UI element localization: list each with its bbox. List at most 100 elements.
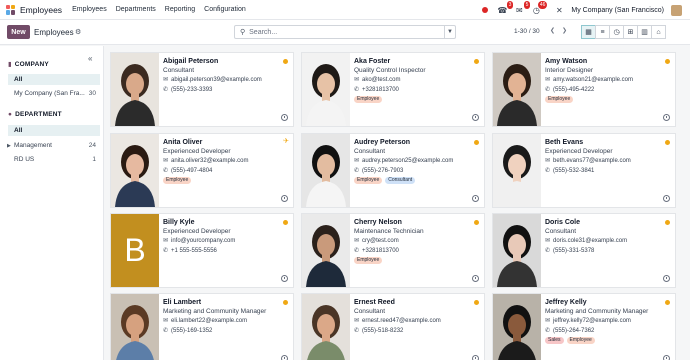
tools-icon[interactable]: ✕ [554, 5, 564, 15]
pager-prev-icon[interactable]: ❮ [550, 27, 555, 34]
employee-job-title: Interior Designer [545, 67, 594, 74]
chat-icon[interactable]: ✉ 5 [514, 1, 531, 15]
gear-icon[interactable]: ⚙ [75, 28, 81, 36]
status-dot-icon[interactable] [480, 5, 490, 15]
employees-app-icon[interactable] [6, 4, 16, 15]
employee-name[interactable]: Beth Evans [545, 138, 671, 147]
view-switcher: ▦ ≡ ◷ ⊞ ▥ ⌂ [581, 25, 666, 39]
pivot-view-icon[interactable]: ⌂ [651, 25, 666, 39]
company-switcher[interactable]: My Company (San Francisco) [571, 7, 664, 14]
activity-clock-icon[interactable] [472, 114, 479, 121]
filter-company-all[interactable]: All [8, 74, 100, 85]
menu-departments[interactable]: Departments [116, 6, 156, 13]
search-options-chevron-icon[interactable]: ▼ [444, 26, 455, 38]
filter-company-my-company[interactable]: My Company (San Fra... 30 [8, 88, 100, 99]
expand-caret-icon[interactable]: ▶ [7, 143, 11, 149]
activity-clock-icon[interactable] [281, 275, 288, 282]
hierarchy-view-icon[interactable]: ⊞ [623, 25, 638, 39]
activity-clock-icon[interactable] [281, 114, 288, 121]
employee-card[interactable]: Anita Oliver Experienced Developer ✉ anita.… [110, 133, 294, 208]
employee-info: Anita Oliver Experienced Developer ✉ anita.… [163, 138, 289, 184]
menu-reporting[interactable]: Reporting [165, 6, 195, 13]
menu-employees[interactable]: Employees [72, 6, 107, 13]
employee-name[interactable]: Doris Cole [545, 218, 671, 227]
user-avatar[interactable] [671, 4, 682, 16]
employee-email: ✉ eli.lambert22@example.com [163, 316, 289, 326]
department-header: ● DEPARTMENT [8, 111, 62, 118]
employee-name[interactable]: Abigail Peterson [163, 57, 289, 66]
employee-name[interactable]: Cherry Nelson [354, 218, 480, 227]
employee-card[interactable]: Audrey Peterson Consultant ✉ audrey.peterso… [301, 133, 485, 208]
employee-info: Abigail Peterson Consultant ✉ abigail.peter… [163, 57, 289, 95]
employee-info: Billy Kyle Experienced Developer ✉ info@you… [163, 218, 289, 256]
activity-clock-icon[interactable] [472, 355, 479, 360]
employee-job-title: Experienced Developer [163, 148, 231, 155]
activity-clock-icon[interactable]: ◷ 46 [531, 1, 548, 15]
employee-card[interactable]: Doris Cole Consultant ✉ doris.cole31@exampl… [492, 213, 676, 288]
activity-clock-icon[interactable] [663, 195, 670, 202]
filter-department-rd-us[interactable]: RD US 1 [8, 154, 100, 165]
list-view-icon[interactable]: ≡ [595, 25, 610, 39]
employee-photo [302, 134, 350, 207]
app-name[interactable]: Employees [20, 5, 62, 15]
employee-name[interactable]: Anita Oliver [163, 138, 289, 147]
employee-card[interactable]: Abigail Peterson Consultant ✉ abigail.peter… [110, 52, 294, 127]
activity-clock-icon[interactable] [663, 275, 670, 282]
phone-icon: ✆ [163, 87, 169, 93]
envelope-icon: ✉ [163, 158, 169, 164]
graph-view-icon[interactable]: ▥ [637, 25, 652, 39]
menu-configuration[interactable]: Configuration [204, 6, 246, 13]
email-text: cry@test.com [362, 238, 399, 244]
activity-clock-icon[interactable] [663, 355, 670, 360]
phone-text: (555)-532-3841 [553, 168, 595, 174]
phone-text: (555)-169-1352 [171, 328, 213, 334]
employee-photo [111, 53, 159, 126]
employee-card[interactable]: Eli Lambert Marketing and Community Manag… [110, 293, 294, 360]
activity-clock-icon[interactable] [472, 275, 479, 282]
employee-info: Aka Foster Quality Control Inspector ✉ ako@… [354, 57, 480, 103]
employee-phone: ✆ (555)-497-4804 [163, 166, 289, 176]
employee-name[interactable]: Amy Watson [545, 57, 671, 66]
collapse-panel-icon[interactable]: « [88, 54, 92, 63]
employee-email: ✉ beth.evans77@example.com [545, 156, 671, 166]
employee-card[interactable]: Cherry Nelson Maintenance Technician ✉ cry@… [301, 213, 485, 288]
pager-next-icon[interactable]: ❯ [562, 27, 567, 34]
employee-name[interactable]: Billy Kyle [163, 218, 289, 227]
employee-card[interactable]: Jeffrey Kelly Marketing and Community Man… [492, 293, 676, 360]
presence-status-dot [474, 140, 479, 145]
pager-value[interactable]: 1-30 / 30 [514, 28, 540, 35]
filter-department-management[interactable]: ▶ Management 24 [7, 140, 100, 151]
phone-text: (555)-276-7903 [362, 168, 404, 174]
envelope-icon: ✉ [545, 77, 551, 83]
employee-name[interactable]: Jeffrey Kelly [545, 298, 671, 307]
email-text: anita.oliver32@example.com [171, 158, 249, 164]
employee-name[interactable]: Eli Lambert [163, 298, 289, 307]
tag-employee: Employee [354, 177, 383, 184]
activity-clock-icon[interactable] [281, 355, 288, 360]
employee-name[interactable]: Aka Foster [354, 57, 480, 66]
activity-view-icon[interactable]: ◷ [609, 25, 624, 39]
tag-list: Employee [354, 257, 480, 264]
employee-phone: ✆ (555)-264-7362 [545, 326, 671, 336]
new-button[interactable]: New [7, 25, 30, 39]
phone-text: +1 555-555-5556 [171, 248, 217, 254]
employee-name[interactable]: Ernest Reed [354, 298, 480, 307]
email-text: doris.cole31@example.com [553, 238, 628, 244]
tag-employee: Employee [354, 257, 383, 264]
employee-phone: ✆ (555)-331-5378 [545, 246, 671, 256]
employee-card[interactable]: Amy Watson Interior Designer ✉ amy.watson21… [492, 52, 676, 127]
employee-card[interactable]: B Billy Kyle Experienced Developer ✉ info@yo… [110, 213, 294, 288]
search-input[interactable]: ⚲ Search... ▼ [234, 25, 456, 39]
employee-name[interactable]: Audrey Peterson [354, 138, 480, 147]
kanban-view-icon[interactable]: ▦ [581, 25, 596, 39]
employee-job-title: Consultant [354, 308, 386, 315]
activity-clock-icon[interactable] [281, 195, 288, 202]
phone-icon[interactable]: ☎ 3 [497, 1, 514, 15]
activity-badge: 46 [537, 1, 548, 9]
employee-card[interactable]: Aka Foster Quality Control Inspector ✉ ako@… [301, 52, 485, 127]
activity-clock-icon[interactable] [472, 195, 479, 202]
employee-card[interactable]: Ernest Reed Consultant ✉ ernest.reed47@exam… [301, 293, 485, 360]
employee-card[interactable]: Beth Evans Experienced Developer ✉ beth.eva… [492, 133, 676, 208]
activity-clock-icon[interactable] [663, 114, 670, 121]
filter-department-all[interactable]: All [8, 125, 100, 136]
